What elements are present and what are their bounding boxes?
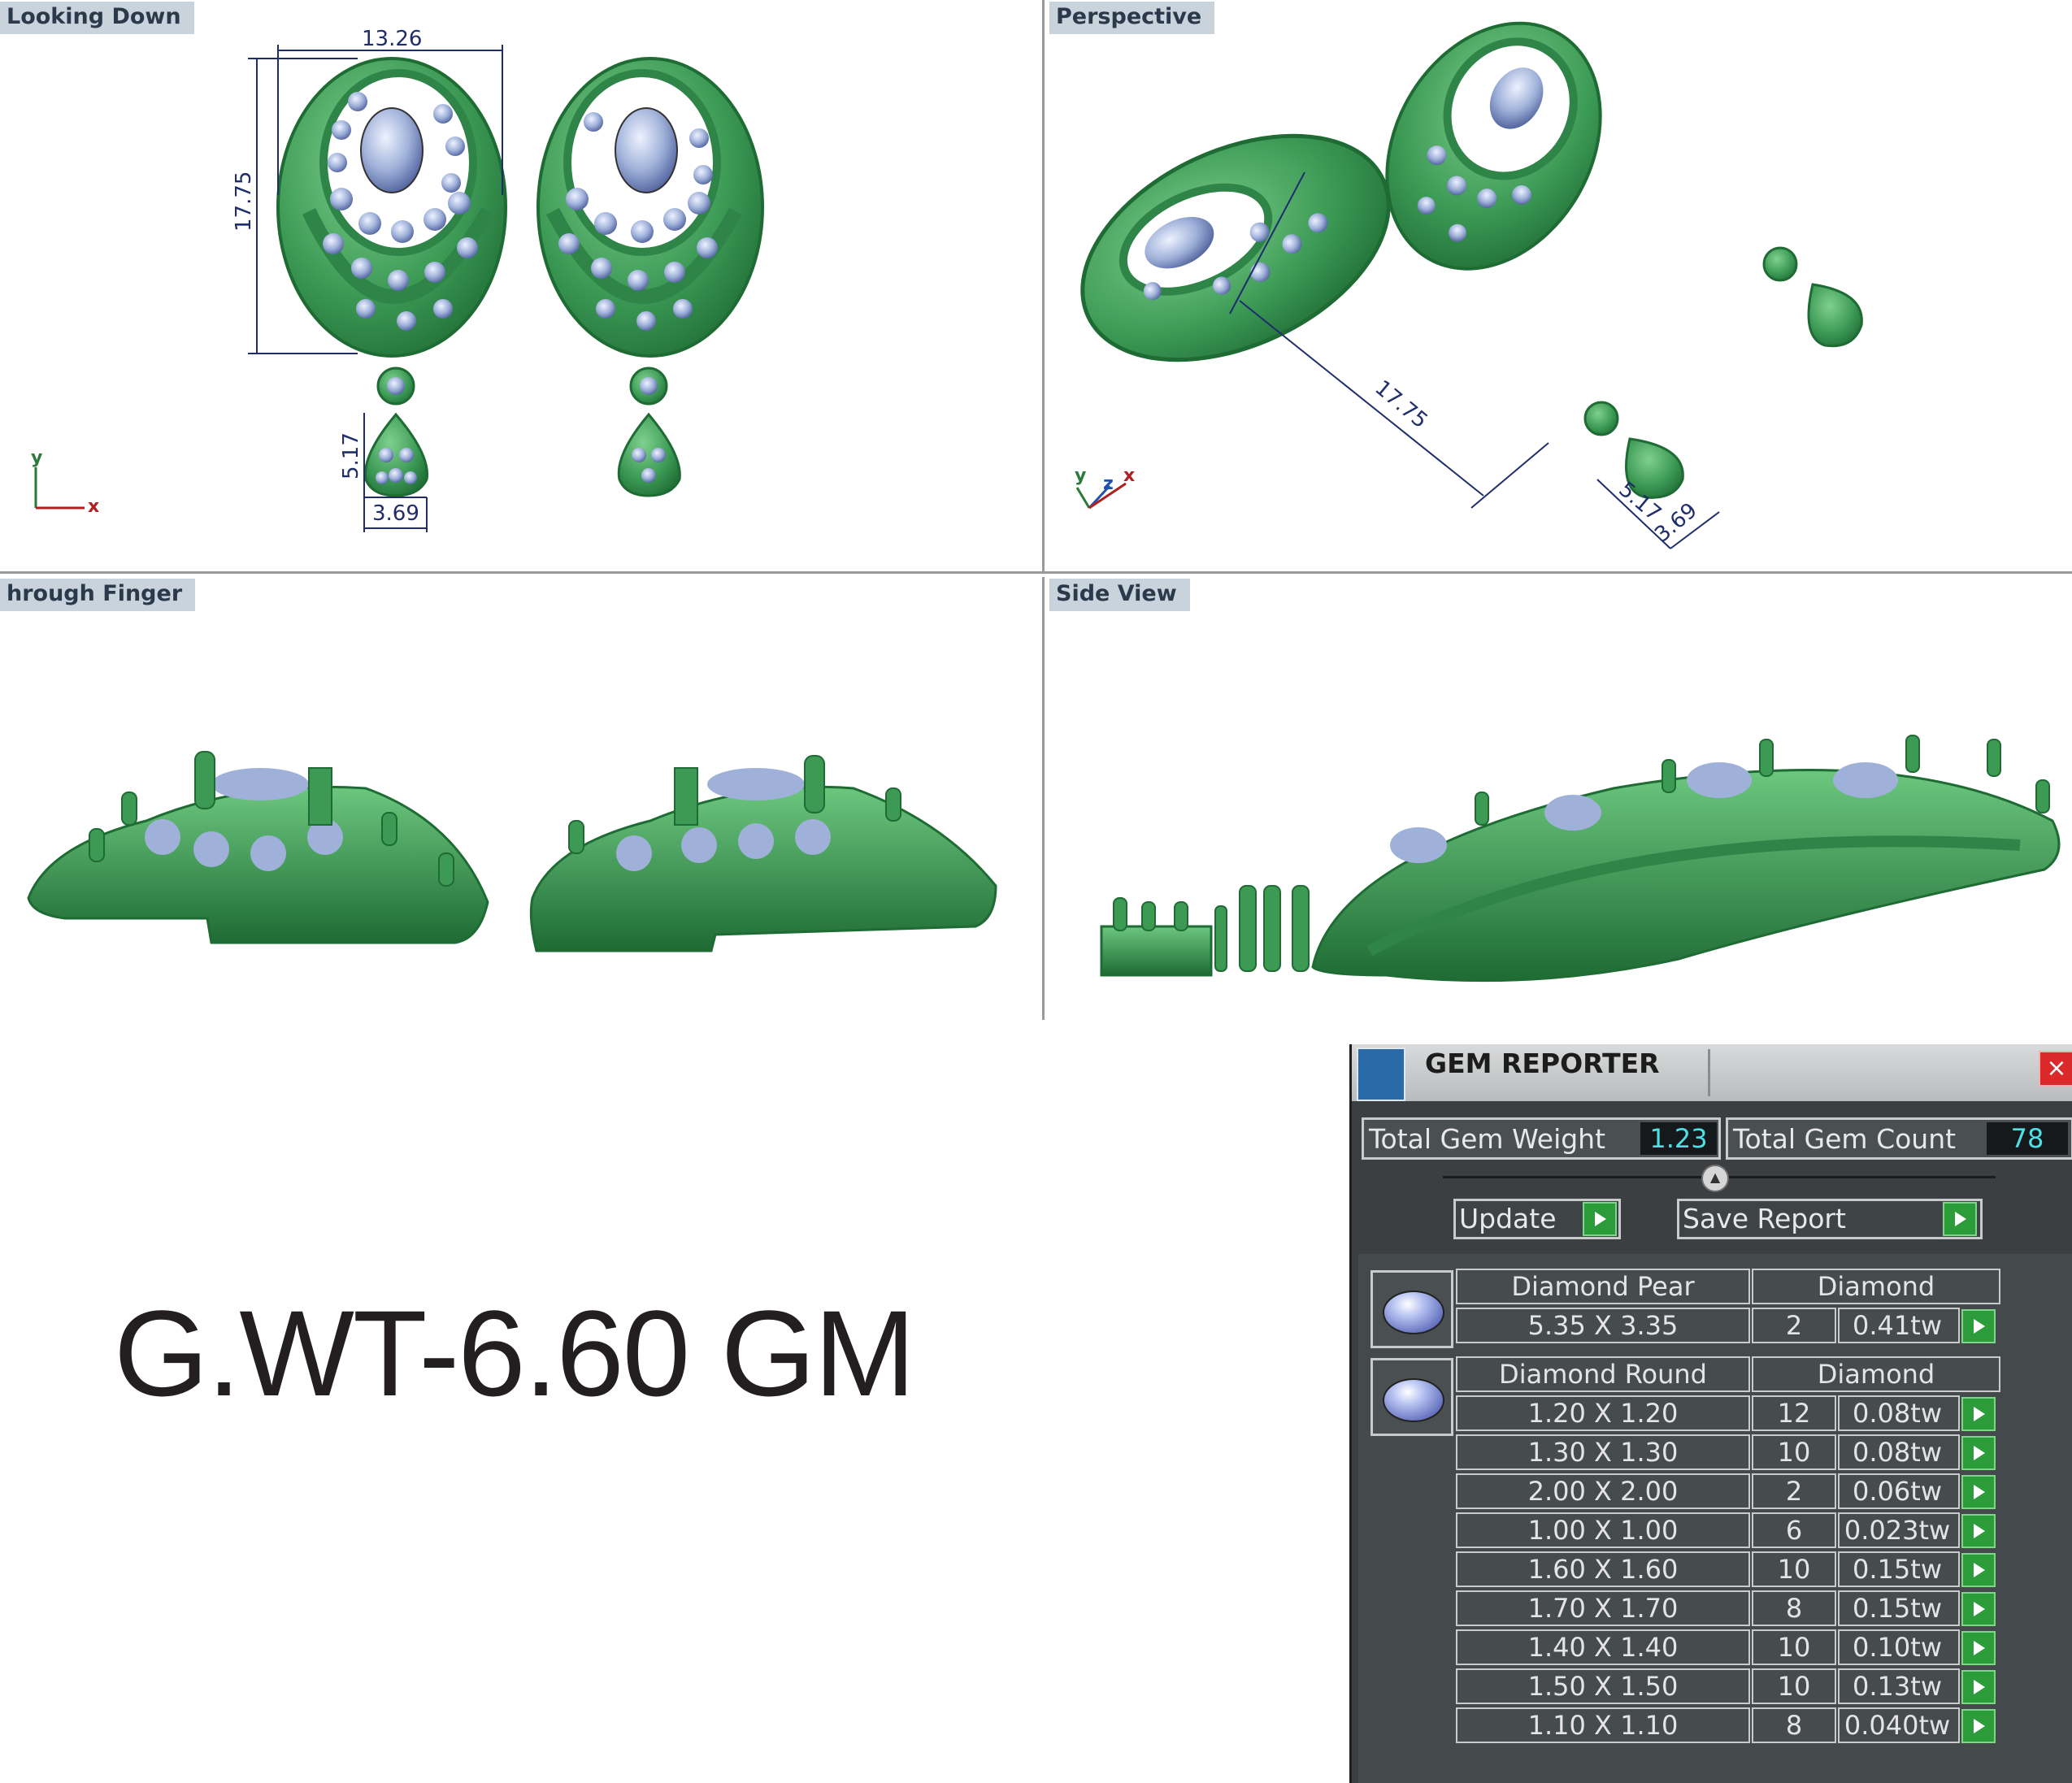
gem-weight: 0.15tw (1838, 1551, 1960, 1587)
gem-size: 1.50 X 1.50 (1456, 1668, 1750, 1704)
gem-weight: 0.08tw (1838, 1395, 1960, 1431)
play-icon[interactable] (1961, 1475, 1996, 1509)
play-icon[interactable] (1961, 1592, 1996, 1626)
play-icon[interactable] (1961, 1709, 1996, 1743)
total-gem-count-field: Total Gem Count 78 (1726, 1117, 2072, 1160)
gem-count: 2 (1752, 1308, 1836, 1343)
svg-text:y: y (1075, 466, 1086, 486)
total-gem-weight-field: Total Gem Weight 1.23 (1362, 1117, 1721, 1160)
gem-size: 2.00 X 2.00 (1456, 1473, 1750, 1509)
play-icon (1583, 1202, 1617, 1236)
gem-count: 8 (1752, 1590, 1836, 1626)
dim-drop-width: 3.69 (372, 501, 419, 526)
svg-text:y: y (31, 448, 42, 468)
group-type: Diamond (1752, 1269, 2000, 1304)
update-button[interactable]: Update (1453, 1199, 1621, 1239)
group-type: Diamond (1752, 1356, 2000, 1392)
dim-drop-height: 5.17 (339, 432, 363, 479)
right-earring (536, 57, 764, 497)
gem-count: 12 (1752, 1395, 1836, 1431)
dim-height: 17.75 (232, 171, 256, 232)
gem-reporter-panel: GEM REPORTER × Total Gem Weight 1.23 Tot… (1349, 1044, 2072, 1783)
save-report-button[interactable]: Save Report (1677, 1199, 1983, 1239)
gem-weight: 0.15tw (1838, 1590, 1960, 1626)
round-gem-thumbnail (1370, 1358, 1453, 1436)
earring-front-view (27, 751, 997, 952)
dim-length: 17.75 (1370, 375, 1432, 433)
gem-weight: 0.41tw (1838, 1308, 1960, 1343)
earring-top-view: 13.26 17.75 5.17 3.69 y x (31, 27, 764, 532)
gem-size: 1.60 X 1.60 (1456, 1551, 1750, 1587)
gem-size: 5.35 X 3.35 (1456, 1308, 1750, 1343)
gem-weight: 0.06tw (1838, 1473, 1960, 1509)
gem-weight: 0.10tw (1838, 1629, 1960, 1665)
gem-list: Diamond Pear Diamond 5.35 X 3.35 2 0.41t… (1358, 1254, 2072, 1783)
gem-count: 2 (1752, 1473, 1836, 1509)
gem-count: 8 (1752, 1707, 1836, 1743)
gem-size: 1.70 X 1.70 (1456, 1590, 1750, 1626)
gem-weight: 0.08tw (1838, 1434, 1960, 1470)
play-icon[interactable] (1961, 1553, 1996, 1587)
gem-size: 1.20 X 1.20 (1456, 1395, 1750, 1431)
group-name: Diamond Pear (1456, 1269, 1750, 1304)
gross-weight-text: G.WT-6.60 GM (114, 1285, 915, 1421)
group-name: Diamond Round (1456, 1356, 1750, 1392)
svg-text:x: x (88, 497, 99, 517)
total-gem-count-value: 78 (1987, 1122, 2068, 1155)
play-icon[interactable] (1961, 1631, 1996, 1665)
play-icon[interactable] (1961, 1436, 1996, 1470)
gem-weight: 0.023tw (1838, 1512, 1960, 1548)
gem-count: 10 (1752, 1434, 1836, 1470)
gem-count: 10 (1752, 1668, 1836, 1704)
gem-size: 1.00 X 1.00 (1456, 1512, 1750, 1548)
total-gem-count-label: Total Gem Count (1733, 1123, 1957, 1155)
viewport-looking-down[interactable]: Looking Down 13.26 17.75 5.17 3.69 y x (0, 0, 1045, 574)
save-report-button-label: Save Report (1683, 1203, 1846, 1234)
round-diamond-icon (1383, 1378, 1444, 1422)
earring-side-view (1100, 735, 2061, 983)
viewport-through-finger[interactable]: hrough Finger (0, 577, 1045, 1020)
panel-title: GEM REPORTER (1425, 1048, 1660, 1079)
gem-count: 10 (1752, 1551, 1836, 1587)
pear-diamond-icon (1383, 1291, 1444, 1334)
gem-size: 1.10 X 1.10 (1456, 1707, 1750, 1743)
left-earring (276, 57, 507, 497)
gem-count: 6 (1752, 1512, 1836, 1548)
gem-weight: 0.040tw (1838, 1707, 1960, 1743)
play-icon[interactable] (1961, 1514, 1996, 1548)
play-icon[interactable] (1961, 1309, 1996, 1343)
axis-triad: y z x (1075, 466, 1135, 510)
play-icon[interactable] (1961, 1670, 1996, 1704)
total-gem-weight-value: 1.23 (1640, 1122, 1717, 1155)
play-icon (1943, 1202, 1977, 1236)
viewport-side-view[interactable]: Side View (1045, 577, 2072, 1020)
pear-gem-thumbnail (1370, 1270, 1453, 1348)
title-separator (1708, 1049, 1710, 1096)
gem-size: 1.40 X 1.40 (1456, 1629, 1750, 1665)
close-button[interactable]: × (2039, 1051, 2072, 1087)
collapse-toggle-icon[interactable]: ▲ (1701, 1165, 1729, 1192)
total-gem-weight-label: Total Gem Weight (1369, 1123, 1606, 1155)
dim-width: 13.26 (362, 27, 422, 51)
play-icon[interactable] (1961, 1397, 1996, 1431)
gem-count: 10 (1752, 1629, 1836, 1665)
svg-text:z: z (1103, 474, 1114, 494)
update-button-label: Update (1459, 1203, 1557, 1234)
gem-size: 1.30 X 1.30 (1456, 1434, 1750, 1470)
svg-text:x: x (1123, 466, 1135, 486)
axis-triad: y x (31, 448, 99, 517)
panel-titlebar[interactable]: GEM REPORTER × (1352, 1044, 2072, 1101)
gem-weight: 0.13tw (1838, 1668, 1960, 1704)
gem-reporter-icon (1357, 1048, 1405, 1101)
viewport-perspective[interactable]: Perspective 17.75 5.17 3.69 y z x (1045, 0, 2072, 574)
earring-perspective-view: 17.75 5.17 3.69 y z x (1075, 21, 1863, 549)
